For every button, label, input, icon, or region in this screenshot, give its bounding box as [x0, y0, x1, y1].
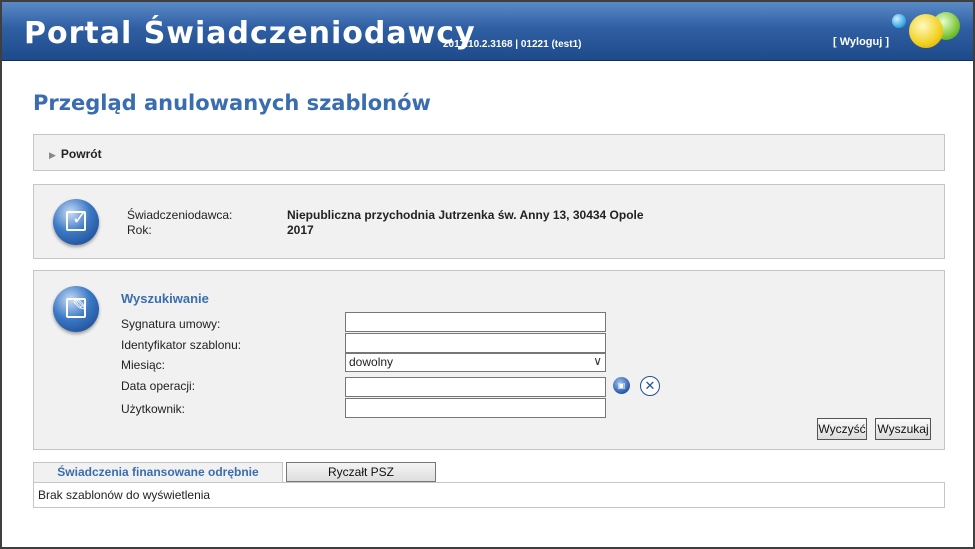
- year-value: 2017: [287, 223, 314, 237]
- search-panel: ✎ Wyszukiwanie Sygnatura umowy: Identyfi…: [33, 270, 945, 450]
- logout-link[interactable]: [ Wyloguj ]: [833, 36, 889, 48]
- back-panel: ▶ Powrót: [33, 134, 945, 171]
- user-label: Użytkownik:: [121, 402, 186, 416]
- logo-orb-blue-icon: [892, 14, 906, 28]
- checklist-icon: ✓: [53, 199, 99, 245]
- app-version: 2017.10.2.3168 | 01221 (test1): [443, 39, 582, 50]
- template-id-label: Identyfikator szablonu:: [121, 338, 242, 352]
- app-title: Portal Świadczeniodawcy: [24, 16, 476, 51]
- triangle-right-icon: ▶: [49, 150, 56, 160]
- empty-results-message: Brak szablonów do wyświetlenia: [38, 488, 211, 502]
- month-select-value: dowolny: [349, 355, 394, 369]
- user-input[interactable]: [345, 398, 606, 418]
- month-select[interactable]: dowolny ∨: [345, 353, 606, 372]
- back-link-label: Powrót: [60, 147, 102, 161]
- month-label: Miesiąc:: [121, 358, 166, 372]
- calendar-icon[interactable]: ▣: [613, 377, 630, 394]
- contract-label: Sygnatura umowy:: [121, 317, 221, 331]
- template-id-input[interactable]: [345, 333, 606, 353]
- chevron-down-icon: ∨: [593, 354, 602, 368]
- provider-info-panel: ✓ Świadczeniodawca: Niepubliczna przycho…: [33, 184, 945, 259]
- operation-date-label: Data operacji:: [121, 379, 196, 393]
- edit-form-icon: ✎: [53, 286, 99, 332]
- app-header: Portal Świadczeniodawcy 2017.10.2.3168 |…: [2, 2, 973, 61]
- page-title: Przegląd anulowanych szablonów: [33, 91, 431, 115]
- provider-value: Niepubliczna przychodnia Jutrzenka św. A…: [287, 208, 644, 222]
- year-label: Rok:: [127, 223, 152, 237]
- search-button[interactable]: Wyszukaj: [875, 418, 931, 440]
- back-link[interactable]: ▶ Powrót: [49, 147, 102, 161]
- tab-lump-sum-psz[interactable]: Ryczałt PSZ: [286, 462, 436, 482]
- search-heading: Wyszukiwanie: [121, 291, 209, 306]
- contract-input[interactable]: [345, 312, 606, 332]
- provider-label: Świadczeniodawca:: [127, 208, 233, 222]
- tab-separately-financed[interactable]: Świadczenia finansowane odrębnie: [33, 462, 283, 483]
- logo-orb-yellow-icon: [909, 14, 943, 48]
- clear-button[interactable]: Wyczyść: [817, 418, 867, 440]
- results-panel: Brak szablonów do wyświetlenia: [33, 482, 945, 508]
- clear-date-icon[interactable]: ✕: [640, 376, 660, 396]
- operation-date-input[interactable]: [345, 377, 606, 397]
- browser-frame: Portal Świadczeniodawcy 2017.10.2.3168 |…: [0, 0, 975, 549]
